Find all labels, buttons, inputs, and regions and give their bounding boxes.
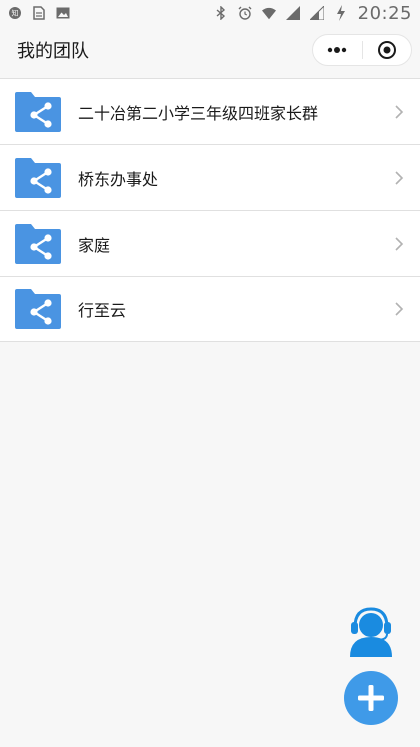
plus-icon <box>358 685 384 711</box>
status-bar: 知 20:25 <box>0 0 420 26</box>
status-notifications: 知 <box>8 6 70 20</box>
shared-folder-icon <box>15 91 61 132</box>
target-circle-icon <box>377 41 396 59</box>
chevron-right-icon <box>395 302 404 316</box>
team-list: 二十冶第二小学三年级四班家长群 桥东办事处 家庭 行至云 <box>0 78 420 342</box>
team-name: 行至云 <box>78 301 127 320</box>
signal-icon <box>285 6 300 20</box>
chevron-right-icon <box>395 236 404 251</box>
team-list-item[interactable]: 二十冶第二小学三年级四班家长群 <box>0 78 420 144</box>
alarm-icon <box>238 6 252 20</box>
page-title: 我的团队 <box>17 41 89 62</box>
team-list-item[interactable]: 家庭 <box>0 210 420 276</box>
team-name: 二十冶第二小学三年级四班家长群 <box>78 103 319 123</box>
more-dots-icon <box>328 47 347 53</box>
battery-charging-icon <box>334 5 348 21</box>
close-miniprogram-button[interactable] <box>363 35 412 65</box>
headset-support-icon <box>350 607 392 657</box>
svg-text:知: 知 <box>12 9 19 18</box>
add-team-button[interactable] <box>344 671 398 725</box>
navigation-bar: 我的团队 <box>0 26 420 74</box>
status-time: 20:25 <box>357 2 412 24</box>
team-name: 家庭 <box>78 235 111 255</box>
customer-service-button[interactable] <box>344 603 398 657</box>
shared-folder-icon <box>15 223 61 264</box>
more-button[interactable] <box>313 35 362 65</box>
chevron-right-icon <box>395 104 404 119</box>
status-system: 20:25 <box>214 0 412 26</box>
app-notification-icon: 知 <box>8 6 22 20</box>
chevron-right-icon <box>395 170 404 185</box>
shared-folder-icon <box>15 289 61 329</box>
team-list-item[interactable]: 桥东办事处 <box>0 144 420 210</box>
document-notification-icon <box>32 6 46 20</box>
team-name: 桥东办事处 <box>78 169 159 189</box>
bluetooth-icon <box>214 6 228 20</box>
wifi-icon <box>261 6 276 20</box>
team-list-item[interactable]: 行至云 <box>0 276 420 342</box>
shared-folder-icon <box>15 157 61 198</box>
menu-capsule <box>312 34 412 66</box>
signal-secondary-icon <box>309 6 324 20</box>
image-notification-icon <box>56 6 70 20</box>
